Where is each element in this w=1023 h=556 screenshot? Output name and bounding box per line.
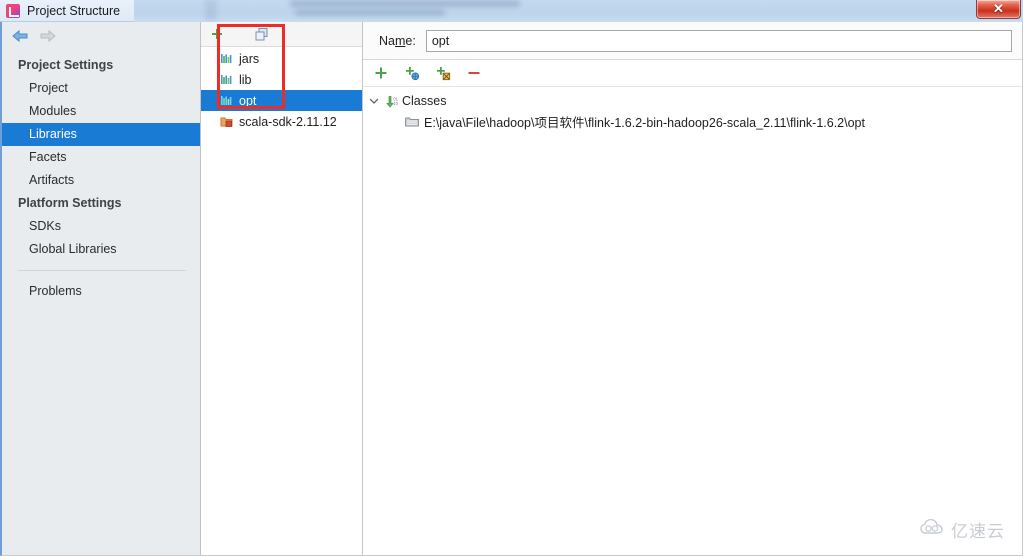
sidebar-item-sdks[interactable]: SDKs (2, 215, 200, 238)
title-bar-left: Project Structure (0, 0, 135, 22)
library-list-panel: jars lib opt scala-sdk-2.11.12 (201, 22, 363, 555)
library-details-panel: Name: opt 01 10 Classes E:\java\File\had… (363, 22, 1022, 555)
plus-box-icon[interactable] (435, 65, 451, 81)
classes-path-row[interactable]: E:\java\File\hadoop\项目软件\flink-1.6.2-bin… (363, 111, 1022, 132)
library-item-label: lib (239, 72, 252, 87)
library-jar-icon (220, 52, 233, 65)
sidebar-item-facets[interactable]: Facets (2, 146, 200, 169)
sidebar-item-libraries[interactable]: Libraries (2, 123, 200, 146)
plus-globe-icon[interactable] (404, 65, 420, 81)
arrow-left-icon[interactable] (11, 29, 29, 43)
minus-icon[interactable] (466, 65, 482, 81)
library-item-scala-sdk[interactable]: scala-sdk-2.11.12 (201, 111, 362, 132)
library-jar-icon (220, 73, 233, 86)
classes-root-node[interactable]: 01 10 Classes (363, 90, 1022, 111)
arrow-right-icon[interactable] (39, 29, 57, 43)
close-icon: ✕ (993, 1, 1004, 16)
classes-root-label: Classes (402, 93, 447, 108)
window-title: Project Structure (27, 3, 121, 18)
sidebar-item-project[interactable]: Project (2, 77, 200, 100)
sidebar-item-artifacts[interactable]: Artifacts (2, 169, 200, 192)
library-jar-icon (220, 94, 233, 107)
sidebar-group-platform-settings: Platform Settings (18, 196, 122, 210)
plus-icon[interactable] (373, 65, 389, 81)
close-button[interactable]: ✕ (976, 0, 1021, 19)
settings-sidebar: Project Settings Project Modules Librari… (2, 22, 201, 555)
copy-icon[interactable] (254, 27, 268, 41)
svg-text:10: 10 (393, 100, 398, 105)
dialog-body: Project Settings Project Modules Librari… (0, 22, 1023, 556)
intellij-idea-icon (6, 3, 20, 18)
sidebar-group-project-settings: Project Settings (18, 58, 114, 72)
classes-path-label: E:\java\File\hadoop\项目软件\flink-1.6.2-bin… (424, 116, 865, 130)
library-item-opt[interactable]: opt (201, 90, 362, 111)
library-item-label: opt (239, 93, 257, 108)
classes-root-icon: 01 10 (385, 95, 399, 108)
scala-sdk-icon (220, 115, 233, 128)
sidebar-list: Project Settings Project Modules Librari… (2, 50, 200, 303)
library-list-toolbar (201, 22, 362, 47)
name-row: Name: (363, 22, 1022, 60)
details-toolbar (363, 60, 1022, 87)
sidebar-item-global-libraries[interactable]: Global Libraries (2, 238, 200, 261)
library-tree: jars lib opt scala-sdk-2.11.12 (201, 47, 362, 132)
library-item-label: scala-sdk-2.11.12 (239, 114, 337, 129)
library-item-jars[interactable]: jars (201, 48, 362, 69)
name-label: Name: (379, 33, 416, 48)
classes-tree: 01 10 Classes E:\java\File\hadoop\项目软件\f… (363, 87, 1022, 132)
folder-icon (405, 116, 419, 128)
chevron-down-icon[interactable] (368, 95, 380, 107)
library-item-label: jars (239, 51, 260, 66)
sidebar-item-problems[interactable]: Problems (2, 280, 200, 303)
project-structure-dialog: Project Structure ✕ Project Settings Pro… (0, 0, 1023, 556)
sidebar-item-modules[interactable]: Modules (2, 100, 200, 123)
name-input[interactable] (425, 29, 1012, 52)
plus-icon[interactable] (210, 27, 224, 41)
library-item-lib[interactable]: lib (201, 69, 362, 90)
sidebar-navigation (2, 22, 200, 50)
title-bar: Project Structure ✕ (0, 0, 1023, 22)
sidebar-divider (18, 270, 186, 271)
